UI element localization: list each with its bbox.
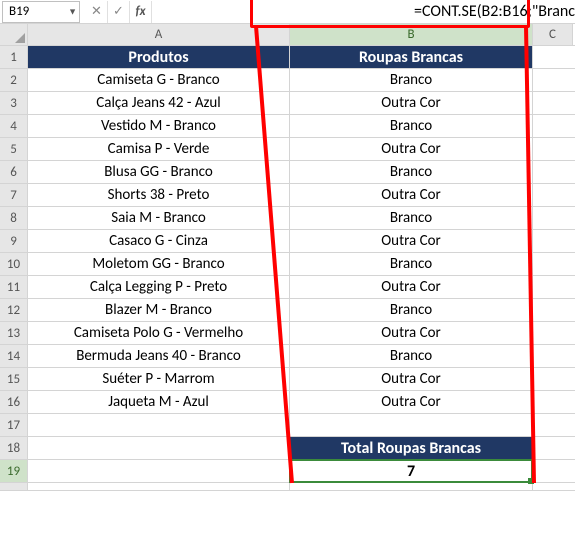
table-row: 16 Jaqueta M - Azul Outra Cor [0,391,575,414]
cell-cor[interactable]: Branco [290,345,533,367]
row-header[interactable]: 5 [0,138,28,160]
row-header[interactable]: 8 [0,207,28,229]
cell-produto[interactable]: Camiseta G - Branco [28,69,290,91]
result-value: 7 [407,462,415,481]
row-header[interactable]: 10 [0,253,28,275]
row-header[interactable]: 4 [0,115,28,137]
cell-cor[interactable]: Outra Cor [290,184,533,206]
formula-text: =CONT.SE(B2:B16;"Branco") [414,2,575,21]
row-header[interactable]: 14 [0,345,28,367]
table-row: 2 Camiseta G - Branco Branco [0,69,575,92]
table-row: 19 7 [0,460,575,483]
table-row: 12 Blazer M - Branco Branco [0,299,575,322]
cell-cor[interactable]: Branco [290,207,533,229]
table-row: 17 [0,414,575,437]
row-header[interactable]: 9 [0,230,28,252]
cell-cor[interactable]: Branco [290,69,533,91]
cancel-formula-button[interactable]: ✕ [86,1,108,23]
column-header-row: A B C [0,24,575,46]
table-row: 8 Saia M - Branco Branco [0,207,575,230]
row-header[interactable]: 15 [0,368,28,390]
row-header[interactable]: 17 [0,414,28,436]
cell-cor[interactable]: Outra Cor [290,368,533,390]
row-header[interactable]: 19 [0,460,28,482]
table-row [0,483,575,491]
table-row: 13 Camiseta Polo G - Vermelho Outra Cor [0,322,575,345]
cell-cor[interactable]: Branco [290,253,533,275]
cell-produto[interactable]: Vestido M - Branco [28,115,290,137]
cell-cor[interactable]: Branco [290,299,533,321]
row-header[interactable]: 3 [0,92,28,114]
table-row: 7 Shorts 38 - Preto Outra Cor [0,184,575,207]
cell-produto[interactable]: Camisa P - Verde [28,138,290,160]
table-row: 15 Suéter P - Marrom Outra Cor [0,368,575,391]
cell-produto[interactable]: Blazer M - Branco [28,299,290,321]
table-row: 10 Moletom GG - Branco Branco [0,253,575,276]
empty-cell[interactable] [28,437,290,459]
table-row: 18 Total Roupas Brancas [0,437,575,460]
table-row: 6 Blusa GG - Branco Branco [0,161,575,184]
table-row: 3 Calça Jeans 42 - Azul Outra Cor [0,92,575,115]
total-label[interactable]: Total Roupas Brancas [290,437,533,459]
empty-cell[interactable] [290,414,533,436]
cell-cor[interactable]: Outra Cor [290,276,533,298]
select-all-corner[interactable] [0,24,28,45]
spreadsheet-grid: A B C 1 Produtos Roupas Brancas 2 Camise… [0,24,575,491]
cell-cor[interactable]: Outra Cor [290,230,533,252]
table-row: 14 Bermuda Jeans 40 - Branco Branco [0,345,575,368]
cell-cor[interactable]: Branco [290,161,533,183]
cell-produto[interactable]: Moletom GG - Branco [28,253,290,275]
table-row: 4 Vestido M - Branco Branco [0,115,575,138]
table-row: 1 Produtos Roupas Brancas [0,46,575,69]
empty-cell[interactable] [28,483,290,490]
row-header[interactable]: 2 [0,69,28,91]
cell-produto[interactable]: Calça Legging P - Preto [28,276,290,298]
formula-input[interactable]: =CONT.SE(B2:B16;"Branco") [152,1,575,23]
accept-formula-button[interactable]: ✓ [108,1,130,23]
row-header[interactable]: 11 [0,276,28,298]
header-produtos[interactable]: Produtos [28,46,290,68]
chevron-down-icon[interactable]: ▼ [68,6,77,17]
name-box[interactable]: B19 ▼ [2,1,80,23]
empty-cell[interactable] [290,483,533,490]
cell-produto[interactable]: Shorts 38 - Preto [28,184,290,206]
column-header-C[interactable]: C [533,24,573,45]
cell-produto[interactable]: Blusa GG - Branco [28,161,290,183]
row-header[interactable]: 7 [0,184,28,206]
row-header[interactable]: 12 [0,299,28,321]
empty-cell[interactable] [28,414,290,436]
cell-produto[interactable]: Calça Jeans 42 - Azul [28,92,290,114]
row-header[interactable]: 18 [0,437,28,459]
row-header[interactable]: 13 [0,322,28,344]
cell-cor[interactable]: Branco [290,115,533,137]
table-row: 11 Calça Legging P - Preto Outra Cor [0,276,575,299]
cell-cor[interactable]: Outra Cor [290,322,533,344]
cell-produto[interactable]: Bermuda Jeans 40 - Branco [28,345,290,367]
cell-produto[interactable]: Jaqueta M - Azul [28,391,290,413]
fx-button[interactable]: fx [130,1,152,23]
cell-produto[interactable]: Saia M - Branco [28,207,290,229]
name-box-value: B19 [9,4,29,19]
cell-cor[interactable]: Outra Cor [290,391,533,413]
row-header[interactable]: 16 [0,391,28,413]
row-header[interactable]: 1 [0,46,28,68]
row-header[interactable] [0,483,28,490]
result-cell[interactable]: 7 [290,460,533,482]
table-row: 9 Casaco G - Cinza Outra Cor [0,230,575,253]
table-row: 5 Camisa P - Verde Outra Cor [0,138,575,161]
cell-cor[interactable]: Outra Cor [290,92,533,114]
column-header-B[interactable]: B [290,24,533,45]
cell-produto[interactable]: Suéter P - Marrom [28,368,290,390]
cell-produto[interactable]: Camiseta Polo G - Vermelho [28,322,290,344]
row-header[interactable]: 6 [0,161,28,183]
cell-cor[interactable]: Outra Cor [290,138,533,160]
header-roupas-brancas[interactable]: Roupas Brancas [290,46,533,68]
formula-bar: B19 ▼ ✕ ✓ fx =CONT.SE(B2:B16;"Branco") [0,0,575,24]
cell-produto[interactable]: Casaco G - Cinza [28,230,290,252]
column-header-A[interactable]: A [28,24,290,45]
empty-cell[interactable] [28,460,290,482]
